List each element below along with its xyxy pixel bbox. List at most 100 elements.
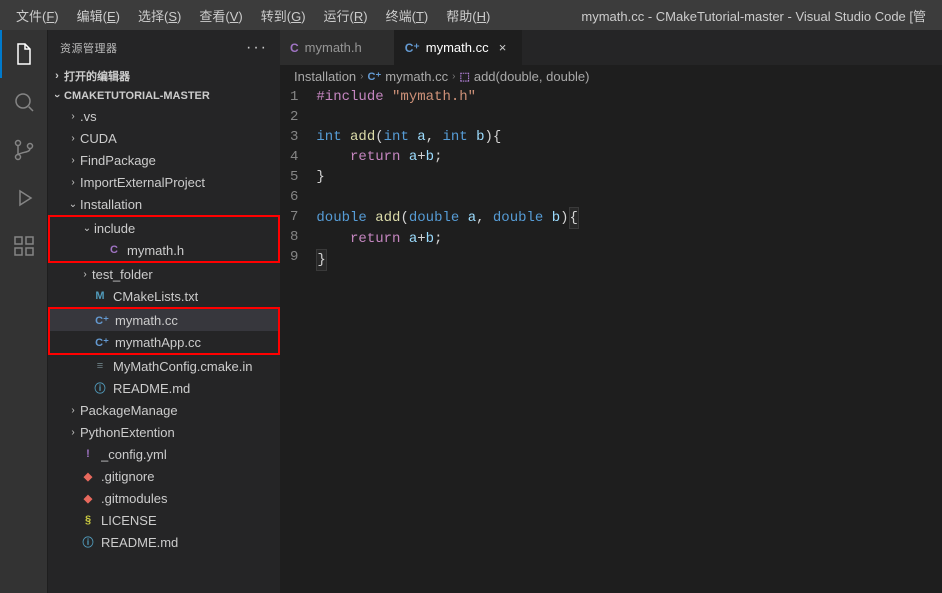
code-line[interactable]: double add(double a, double b){ bbox=[316, 207, 932, 229]
folder-item[interactable]: ›test_folder bbox=[48, 263, 280, 285]
file-type-icon: C⁺ bbox=[94, 312, 110, 328]
code-area[interactable]: 123456789 #include "mymath.h" int add(in… bbox=[280, 87, 942, 271]
folder-item[interactable]: ›ImportExternalProject bbox=[48, 171, 280, 193]
folder-item[interactable]: ›FindPackage bbox=[48, 149, 280, 171]
file-type-icon: ◆ bbox=[80, 468, 96, 484]
menu-g[interactable]: 转到(G) bbox=[253, 2, 314, 29]
files-icon bbox=[12, 42, 36, 66]
tab-mymath-cc[interactable]: C⁺mymath.cc× bbox=[395, 30, 522, 65]
sidebar: 资源管理器 ··· › 打开的编辑器 › CMAKETUTORIAL-MASTE… bbox=[48, 30, 280, 593]
tree-item-label: CMakeLists.txt bbox=[113, 289, 198, 304]
tree-item-label: README.md bbox=[113, 381, 190, 396]
tree-item-label: test_folder bbox=[92, 267, 153, 282]
file-item[interactable]: ›!_config.yml bbox=[48, 443, 280, 465]
activity-scm[interactable] bbox=[0, 126, 48, 174]
line-number: 4 bbox=[290, 147, 298, 167]
file-item[interactable]: ›C⁺mymathApp.cc bbox=[50, 331, 278, 353]
line-number: 6 bbox=[290, 187, 298, 207]
tree-item-label: _config.yml bbox=[101, 447, 167, 462]
chevron-down-icon: ⌄ bbox=[66, 199, 80, 210]
activitybar bbox=[0, 30, 48, 593]
tree-item-label: Installation bbox=[80, 197, 142, 212]
folder-item[interactable]: ›CUDA bbox=[48, 127, 280, 149]
code-line[interactable]: return a+b; bbox=[316, 147, 932, 167]
breadcrumb-item[interactable]: add(double, double) bbox=[474, 69, 590, 84]
menu-e[interactable]: 编辑(E) bbox=[69, 2, 128, 29]
tree-item-label: include bbox=[94, 221, 135, 236]
breadcrumb-icon: ⬚ bbox=[459, 70, 469, 83]
file-type-icon: C⁺ bbox=[405, 41, 420, 55]
chevron-right-icon: › bbox=[78, 269, 92, 280]
menu-s[interactable]: 选择(S) bbox=[130, 2, 189, 29]
file-type-icon: ⓘ bbox=[80, 534, 96, 550]
tab-mymath-h[interactable]: Cmymath.h× bbox=[280, 30, 395, 65]
breadcrumb-item[interactable]: Installation bbox=[294, 69, 356, 84]
file-item[interactable]: ›≡MyMathConfig.cmake.in bbox=[48, 355, 280, 377]
code-line[interactable]: #include "mymath.h" bbox=[316, 87, 932, 107]
file-type-icon: C⁺ bbox=[94, 334, 110, 350]
search-icon bbox=[12, 90, 36, 114]
line-number: 3 bbox=[290, 127, 298, 147]
folder-item[interactable]: ›PackageManage bbox=[48, 399, 280, 421]
extensions-icon bbox=[12, 234, 36, 258]
line-number: 2 bbox=[290, 107, 298, 127]
project-header[interactable]: › CMAKETUTORIAL-MASTER bbox=[48, 87, 280, 105]
file-item[interactable]: ›C⁺mymath.cc bbox=[50, 309, 278, 331]
open-editors-header[interactable]: › 打开的编辑器 bbox=[48, 65, 280, 87]
close-icon[interactable]: × bbox=[495, 40, 511, 55]
activity-explorer[interactable] bbox=[0, 30, 48, 78]
tree-item-label: README.md bbox=[101, 535, 178, 550]
sidebar-more-button[interactable]: ··· bbox=[246, 39, 268, 57]
file-item[interactable]: ›◆.gitmodules bbox=[48, 487, 280, 509]
chevron-right-icon: › bbox=[66, 405, 80, 416]
breadcrumb-item[interactable]: mymath.cc bbox=[385, 69, 448, 84]
file-type-icon: § bbox=[80, 512, 96, 528]
file-tree: ›.vs›CUDA›FindPackage›ImportExternalProj… bbox=[48, 105, 280, 593]
code-line[interactable]: return a+b; bbox=[316, 229, 932, 249]
chevron-right-icon: › bbox=[66, 111, 80, 122]
file-item[interactable]: ›§LICENSE bbox=[48, 509, 280, 531]
breadcrumbs[interactable]: Installation›C⁺mymath.cc›⬚add(double, do… bbox=[280, 65, 942, 87]
tab-bar: Cmymath.h×C⁺mymath.cc× bbox=[280, 30, 942, 65]
sidebar-title: 资源管理器 bbox=[60, 40, 118, 56]
file-item[interactable]: ›◆.gitignore bbox=[48, 465, 280, 487]
file-item[interactable]: ›ⓘREADME.md bbox=[48, 377, 280, 399]
activity-extensions[interactable] bbox=[0, 222, 48, 270]
breadcrumb-icon: C⁺ bbox=[368, 70, 382, 83]
menu-t[interactable]: 终端(T) bbox=[378, 2, 437, 29]
tree-item-label: mymath.cc bbox=[115, 313, 178, 328]
menu-r[interactable]: 运行(R) bbox=[316, 2, 376, 29]
code-line[interactable] bbox=[316, 107, 932, 127]
project-label: CMAKETUTORIAL-MASTER bbox=[64, 90, 210, 102]
folder-item[interactable]: ⌄Installation bbox=[48, 193, 280, 215]
file-item[interactable]: ›MCMakeLists.txt bbox=[48, 285, 280, 307]
chevron-down-icon: ⌄ bbox=[80, 223, 94, 234]
file-item[interactable]: ›ⓘREADME.md bbox=[48, 531, 280, 553]
activity-debug[interactable] bbox=[0, 174, 48, 222]
open-editors-label: 打开的编辑器 bbox=[64, 68, 130, 84]
tree-item-label: .vs bbox=[80, 109, 97, 124]
code-line[interactable]: int add(int a, int b){ bbox=[316, 127, 932, 147]
menu-v[interactable]: 查看(V) bbox=[191, 2, 250, 29]
tree-item-label: .gitmodules bbox=[101, 491, 167, 506]
chevron-right-icon: › bbox=[66, 155, 80, 166]
code-line[interactable]: } bbox=[316, 249, 932, 271]
tree-item-label: ImportExternalProject bbox=[80, 175, 205, 190]
tree-item-label: MyMathConfig.cmake.in bbox=[113, 359, 252, 374]
chevron-right-icon: › bbox=[66, 133, 80, 144]
file-item[interactable]: ›Cmymath.h bbox=[50, 239, 278, 261]
menu-h[interactable]: 帮助(H) bbox=[438, 2, 498, 29]
folder-item[interactable]: ›.vs bbox=[48, 105, 280, 127]
code-line[interactable] bbox=[316, 187, 932, 207]
tree-item-label: PythonExtention bbox=[80, 425, 175, 440]
tree-item-label: FindPackage bbox=[80, 153, 156, 168]
menu-f[interactable]: 文件(F) bbox=[8, 2, 67, 29]
folder-item[interactable]: ›PythonExtention bbox=[48, 421, 280, 443]
sidebar-header: 资源管理器 ··· bbox=[48, 30, 280, 65]
code-line[interactable]: } bbox=[316, 167, 932, 187]
activity-search[interactable] bbox=[0, 78, 48, 126]
menubar: 文件(F)编辑(E)选择(S)查看(V)转到(G)运行(R)终端(T)帮助(H) bbox=[8, 2, 498, 29]
folder-item[interactable]: ⌄include bbox=[50, 217, 278, 239]
code-lines[interactable]: #include "mymath.h" int add(int a, int b… bbox=[316, 87, 942, 271]
line-number: 7 bbox=[290, 207, 298, 227]
